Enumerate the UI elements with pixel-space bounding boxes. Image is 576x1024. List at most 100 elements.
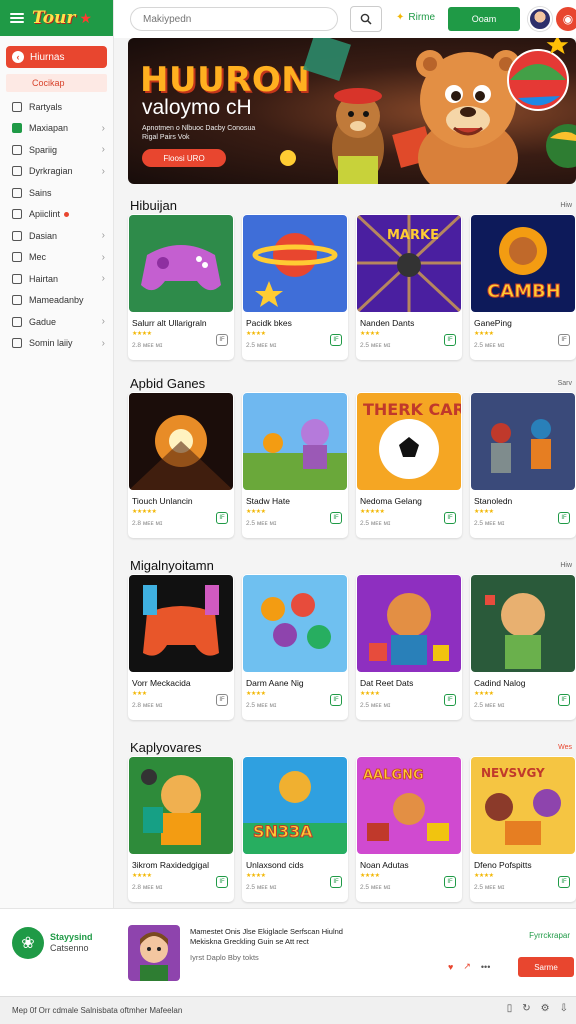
install-badge[interactable]: IF bbox=[330, 512, 342, 524]
footer-brand-sub: Catsenno bbox=[50, 943, 89, 953]
more-icon[interactable]: ••• bbox=[481, 962, 490, 972]
game-title: Nanden Dants bbox=[360, 318, 415, 328]
section-title: Migalnyoitamn bbox=[130, 558, 214, 573]
game-card[interactable]: CAMBH GanePing ★★★★ 2.5 ᴍᴇᴇ ᴍɪ IF bbox=[470, 214, 576, 360]
game-card[interactable]: Vorr Meckacida ★★★ 2.8 ᴍᴇᴇ ᴍɪ IF bbox=[128, 574, 234, 720]
footer-brand[interactable]: ❀ Stayysind Catsenno bbox=[12, 927, 93, 959]
install-badge[interactable]: IF bbox=[444, 334, 456, 346]
sidebar-item-active[interactable]: ‹ Hiurnas bbox=[6, 46, 107, 68]
game-thumbnail: NEVSVGY bbox=[471, 757, 575, 854]
game-card[interactable]: AALGNG Noan Adutas ★★★★ 2.5 ᴍᴇᴇ ᴍɪ IF bbox=[356, 756, 462, 902]
promo-link[interactable]: ✦ Rirme bbox=[396, 12, 435, 23]
cta-button[interactable]: Ooam bbox=[448, 7, 520, 31]
sidebar-item[interactable]: Mameadanby bbox=[0, 290, 113, 312]
game-card[interactable]: NEVSVGY Dfeno Pofspitts ★★★★ 2.5 ᴍᴇᴇ ᴍɪ IF bbox=[470, 756, 576, 902]
sidebar-item[interactable]: Gadue › bbox=[0, 311, 113, 333]
game-card[interactable]: Tiouch Unlancin ★★★★★ 2.8 ᴍᴇᴇ ᴍɪ IF bbox=[128, 392, 234, 538]
install-badge[interactable]: IF bbox=[444, 876, 456, 888]
search-box bbox=[130, 7, 338, 31]
game-meta: 2.5 ᴍᴇᴇ ᴍɪ bbox=[246, 702, 277, 709]
game-card[interactable]: Dat Reet Dats ★★★★ 2.5 ᴍᴇᴇ ᴍɪ IF bbox=[356, 574, 462, 720]
game-meta: 2.5 ᴍᴇᴇ ᴍɪ bbox=[474, 520, 505, 527]
game-title: Tiouch Unlancin bbox=[132, 496, 193, 506]
search-input[interactable] bbox=[131, 8, 337, 30]
game-title: Vorr Meckacida bbox=[132, 678, 191, 688]
game-meta: 2.5 ᴍᴇᴇ ᴍɪ bbox=[246, 520, 277, 527]
install-badge[interactable]: IF bbox=[558, 512, 570, 524]
install-badge[interactable]: IF bbox=[216, 876, 228, 888]
game-card[interactable]: THERK CAR Nedoma Gelang ★★★★★ 2.5 ᴍᴇᴇ ᴍɪ IF bbox=[356, 392, 462, 538]
sidebar-item-label: Dasian bbox=[29, 230, 58, 241]
sidebar-item[interactable]: Spariig › bbox=[0, 139, 113, 161]
game-card[interactable]: MARKE Nanden Dants ★★★★ 2.5 ᴍᴇᴇ ᴍɪ IF bbox=[356, 214, 462, 360]
game-title: Dfeno Pofspitts bbox=[474, 860, 532, 870]
rating-stars: ★★★★ bbox=[360, 331, 380, 337]
install-badge[interactable]: IF bbox=[216, 512, 228, 524]
svg-text:NEVSVGY: NEVSVGY bbox=[481, 766, 545, 780]
section-title: Hibuijan bbox=[130, 198, 177, 213]
notification-avatar-icon[interactable]: ◉ bbox=[556, 7, 576, 31]
heart-icon[interactable]: ♥ bbox=[448, 962, 453, 972]
sidebar-item[interactable]: Sains bbox=[0, 182, 113, 204]
user-avatar[interactable] bbox=[528, 7, 552, 31]
sidebar-item[interactable]: Rartyals bbox=[0, 96, 113, 118]
game-art-image: MARKE bbox=[357, 215, 461, 312]
section-see-all-link[interactable]: Hiw bbox=[560, 202, 572, 209]
sidebar-item[interactable]: Somin laiiy › bbox=[0, 333, 113, 355]
sidebar-item[interactable]: Mec › bbox=[0, 247, 113, 269]
sidebar-item[interactable]: Dasian › bbox=[0, 225, 113, 247]
install-badge[interactable]: IF bbox=[558, 334, 570, 346]
game-meta: 2.5 ᴍᴇᴇ ᴍɪ bbox=[246, 342, 277, 349]
notification-dot bbox=[64, 211, 70, 217]
game-card[interactable]: SN33A Unlaxsond cids ★★★★ 2.5 ᴍᴇᴇ ᴍɪ IF bbox=[242, 756, 348, 902]
game-card[interactable]: Darm Aane Nig ★★★★ 2.5 ᴍᴇᴇ ᴍɪ IF bbox=[242, 574, 348, 720]
game-card[interactable]: Salurr alt Ullarigraln ★★★★ 2.8 ᴍᴇᴇ ᴍɪ IF bbox=[128, 214, 234, 360]
refresh-icon[interactable]: ↻ bbox=[522, 1003, 530, 1014]
game-card[interactable]: Stanoledn ★★★★ 2.5 ᴍᴇᴇ ᴍɪ IF bbox=[470, 392, 576, 538]
card-row: Tiouch Unlancin ★★★★★ 2.8 ᴍᴇᴇ ᴍɪ IF Stadw Ha… bbox=[128, 392, 576, 538]
game-meta: 2.5 ᴍᴇᴇ ᴍɪ bbox=[474, 884, 505, 891]
sidebar-item[interactable]: Maxiapan › bbox=[0, 118, 113, 140]
section-see-all-link[interactable]: Hiw bbox=[560, 562, 572, 569]
install-badge[interactable]: IF bbox=[558, 876, 570, 888]
hamburger-menu-icon[interactable] bbox=[10, 13, 24, 23]
game-card[interactable]: 3ikrom Raxidedgigal ★★★★ 2.8 ᴍᴇᴇ ᴍɪ IF bbox=[128, 756, 234, 902]
install-badge[interactable]: IF bbox=[330, 334, 342, 346]
sidebar-item[interactable]: Dyrkragian › bbox=[0, 161, 113, 183]
hero-button[interactable]: Floosi URO bbox=[142, 149, 226, 167]
footer-promo: ❀ Stayysind Catsenno Mamestet Onis Jlse … bbox=[0, 908, 576, 996]
footer-button[interactable]: Sarme bbox=[518, 957, 574, 977]
section-see-all-link[interactable]: Sarv bbox=[558, 380, 572, 387]
brand-bar: Tour ★ bbox=[0, 0, 113, 36]
install-badge[interactable]: IF bbox=[444, 512, 456, 524]
section-see-all-link[interactable]: Wes bbox=[558, 744, 572, 751]
search-button[interactable] bbox=[350, 6, 382, 32]
game-title: GanePing bbox=[474, 318, 512, 328]
brand-logo[interactable]: Tour bbox=[32, 8, 75, 28]
rating-stars: ★★★★★ bbox=[360, 509, 385, 515]
install-badge[interactable]: IF bbox=[558, 694, 570, 706]
share-icon[interactable]: ↗ bbox=[463, 961, 471, 972]
hero-banner[interactable]: HUURON valoymo cH Apnotmen o Nlbuoc Dacb… bbox=[128, 38, 576, 184]
install-badge[interactable]: IF bbox=[216, 334, 228, 346]
footer-thumbnail[interactable] bbox=[128, 925, 180, 981]
back-arrow-icon: ‹ bbox=[12, 51, 24, 63]
sidebar-subitem[interactable]: Cocikap bbox=[6, 74, 107, 92]
bookmark-icon[interactable]: ▯ bbox=[507, 1003, 513, 1014]
game-card[interactable]: Stadw Hate ★★★★ 2.5 ᴍᴇᴇ ᴍɪ IF bbox=[242, 392, 348, 538]
footer-link[interactable]: Fyrrckrapar bbox=[529, 931, 570, 940]
rating-stars: ★★★★ bbox=[132, 331, 152, 337]
game-art-image bbox=[357, 575, 461, 672]
gear-icon[interactable]: ⚙ bbox=[541, 1003, 550, 1014]
game-meta: 2.5 ᴍᴇᴇ ᴍɪ bbox=[360, 884, 391, 891]
game-art-image bbox=[243, 215, 347, 312]
install-badge[interactable]: IF bbox=[444, 694, 456, 706]
install-badge[interactable]: IF bbox=[330, 876, 342, 888]
game-card[interactable]: Pacidk bkes ★★★★ 2.5 ᴍᴇᴇ ᴍɪ IF bbox=[242, 214, 348, 360]
install-badge[interactable]: IF bbox=[330, 694, 342, 706]
game-card[interactable]: Cadind Nalog ★★★★ 2.5 ᴍᴇᴇ ᴍɪ IF bbox=[470, 574, 576, 720]
sidebar-item[interactable]: Apiiclint bbox=[0, 204, 113, 226]
sidebar-item[interactable]: Hairtan › bbox=[0, 268, 113, 290]
install-badge[interactable]: IF bbox=[216, 694, 228, 706]
download-icon[interactable]: ⇩ bbox=[560, 1003, 568, 1014]
